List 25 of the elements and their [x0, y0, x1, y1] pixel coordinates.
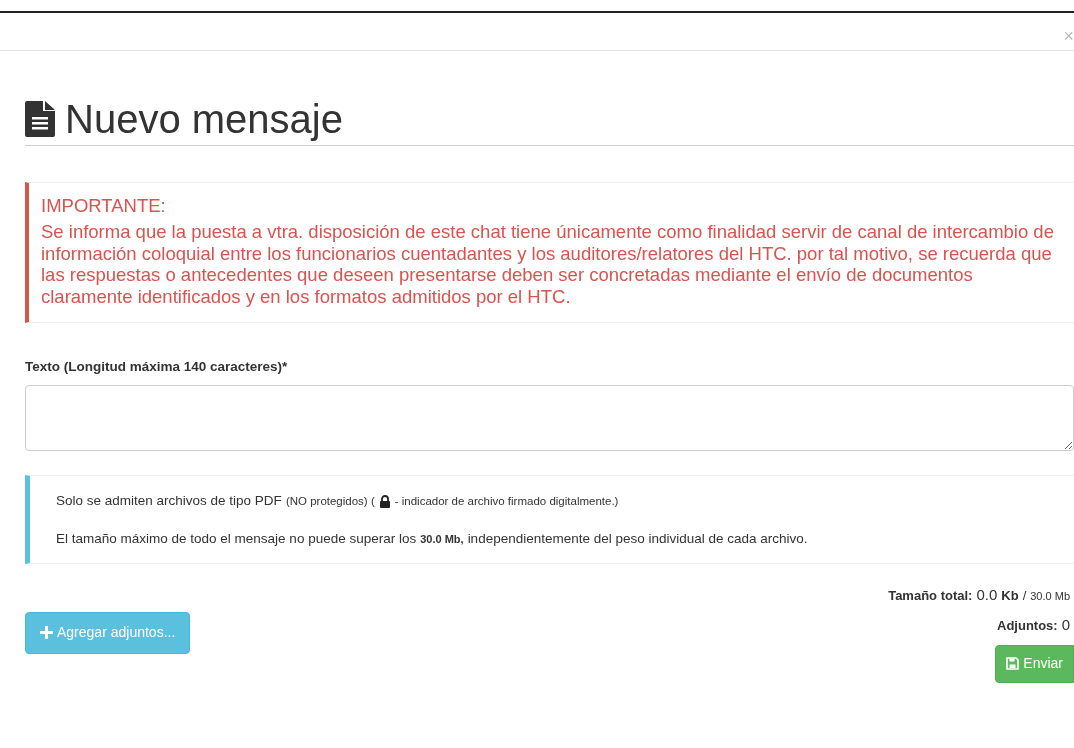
total-value: 0.0	[976, 584, 998, 605]
total-label: Kb	[1001, 586, 1019, 605]
add-attachments-button[interactable]: Agregar adjuntos...	[25, 611, 191, 654]
notice-text: Se informa que la puesta a vtra. disposición de este chat tiene únicamente como finalidad servir de canal de intercambio de información coloquial entre los funcionarios cuentadantes y los auditores/relatores del HTC. por tal motivo, se recuerda que las respuestas o antecedentes que deseen presentarse deben ser concretadas mediante el envío de documentos claramente identificados y en los formatos admitidos por el HTC.	[41, 220, 1055, 309]
total-label: Tamaño total:	[888, 586, 973, 605]
lock-icon	[378, 495, 391, 508]
notice-heading: IMPORTANTE:	[41, 195, 166, 217]
document-icon	[25, 101, 55, 137]
info-note: - indicador de archivo firmado digitalmente.)	[394, 493, 619, 509]
total-label: Adjuntos:	[997, 617, 1058, 636]
total-value: 0	[1061, 615, 1070, 636]
size-limit: 30.0 Mb	[1030, 588, 1070, 604]
field-label: Texto (Longitud máxima 140 caracteres)*	[25, 358, 288, 377]
size-limit: 30.0 Mb,	[420, 531, 464, 547]
info-text: independientemente del peso individual de cada archivo.	[467, 529, 808, 548]
dialog-title: Nuevo mensaje	[65, 96, 343, 143]
plus-icon	[40, 626, 53, 640]
text-field[interactable]	[25, 385, 1074, 452]
separator-text: /	[1022, 586, 1027, 605]
info-text: El tamaño máximo de todo el mensaje no puede superar los	[56, 529, 417, 548]
save-icon	[1006, 657, 1020, 671]
send-button[interactable]: Enviar	[995, 644, 1074, 683]
info-note: (NO protegidos) (	[285, 493, 375, 509]
info-text: Solo se admiten archivos de tipo PDF	[56, 492, 282, 511]
close-button[interactable]: ×	[1063, 26, 1074, 45]
